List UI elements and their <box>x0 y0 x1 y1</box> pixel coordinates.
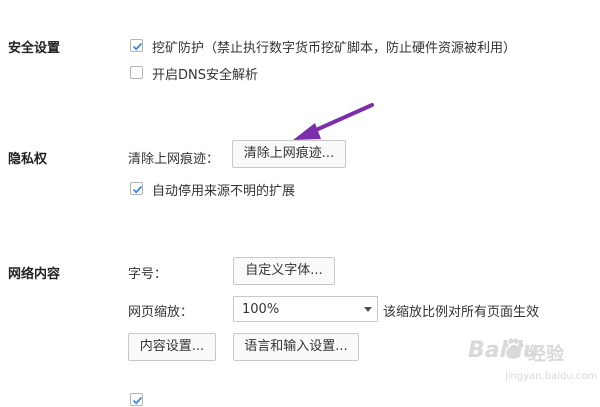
privacy-section-title: 隐私权 <box>8 152 48 167</box>
mining-protection-label: 挖矿防护（禁止执行数字货币挖矿脚本，防止硬件资源被利用） <box>152 41 517 56</box>
dns-label: 开启DNS安全解析 <box>152 68 258 83</box>
watermark-suffix: 经验 <box>528 344 564 365</box>
checkmark-icon <box>132 185 143 194</box>
zoom-label: 网页缩放： <box>128 305 194 320</box>
zoom-value: 100% <box>242 302 280 317</box>
checkmark-icon <box>132 42 143 51</box>
zoom-select[interactable]: 100% <box>233 296 378 322</box>
auto-disable-extensions-label: 自动停用来源不明的扩展 <box>152 184 296 199</box>
watermark-url: jingyan.baidu.com <box>505 371 598 382</box>
annotation-arrow-icon <box>293 103 374 140</box>
paw-logo-icon <box>503 338 524 359</box>
font-size-label: 字号： <box>128 267 168 282</box>
content-settings-button[interactable]: 内容设置... <box>128 333 216 361</box>
checkmark-icon <box>132 396 143 405</box>
dns-checkbox[interactable] <box>130 66 143 79</box>
language-input-settings-button[interactable]: 语言和输入设置... <box>233 333 359 361</box>
zoom-note: 该缩放比例对所有页面生效 <box>383 305 540 320</box>
auto-disable-extensions-checkbox[interactable] <box>130 182 143 195</box>
custom-font-button[interactable]: 自定义字体... <box>233 257 335 285</box>
mining-protection-checkbox[interactable] <box>130 39 143 52</box>
security-section-title: 安全设置 <box>8 41 61 56</box>
clear-traces-label: 清除上网痕迹： <box>128 152 220 167</box>
chevron-down-icon <box>364 307 372 312</box>
web-content-section-title: 网络内容 <box>8 267 61 282</box>
